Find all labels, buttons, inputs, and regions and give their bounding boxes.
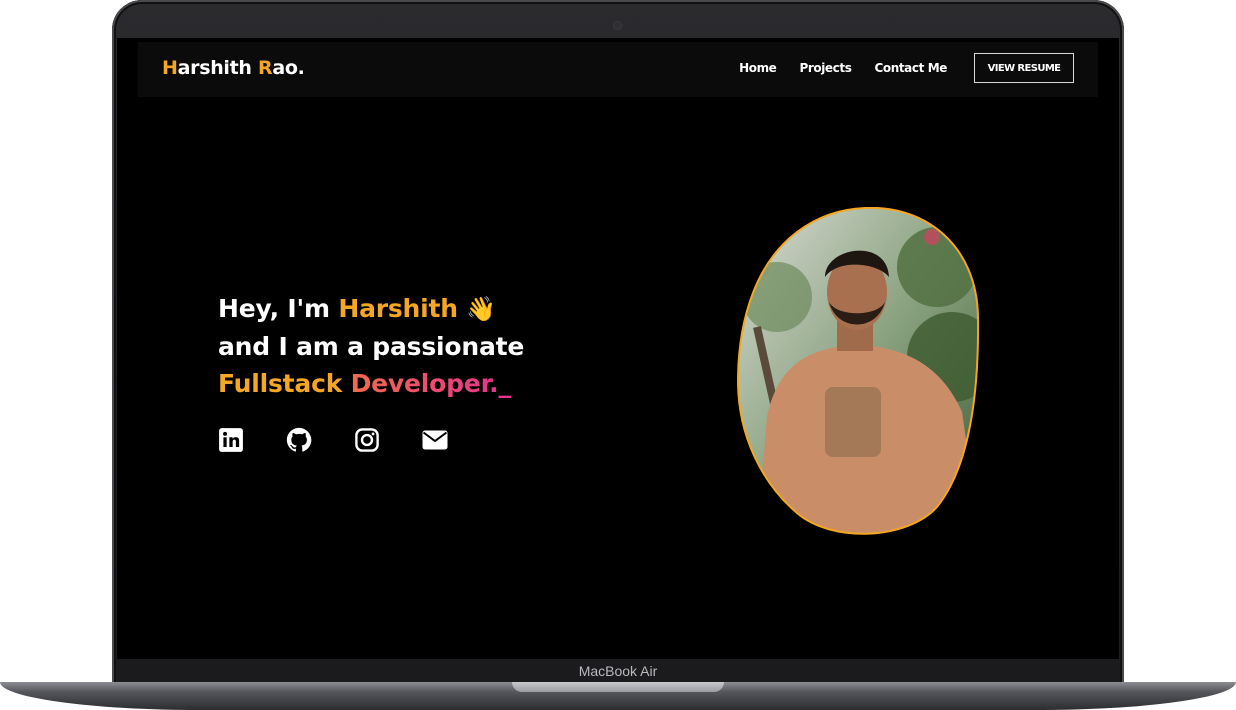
nav-home-link[interactable]: Home bbox=[739, 61, 777, 75]
envelope-icon[interactable] bbox=[422, 427, 448, 453]
hero-name: Harshith bbox=[338, 294, 458, 323]
laptop-notch bbox=[512, 682, 724, 692]
brand-last-rest: ao. bbox=[272, 57, 305, 79]
social-links bbox=[218, 427, 448, 453]
instagram-icon[interactable] bbox=[354, 427, 380, 453]
hero-line-3: Fullstack Developer._ bbox=[218, 365, 524, 402]
laptop-chin: MacBook Air bbox=[117, 659, 1119, 684]
nav-projects-link[interactable]: Projects bbox=[799, 61, 851, 75]
hero-role-developer: Developer. bbox=[350, 369, 499, 398]
github-icon-graphic bbox=[286, 427, 312, 452]
device-label: MacBook Air bbox=[578, 663, 658, 679]
envelope-icon-graphic bbox=[422, 430, 448, 450]
hero-role-fullstack: Fullstack bbox=[218, 369, 351, 398]
laptop-mockup: Harshith Rao. Home Projects Contact Me V… bbox=[0, 0, 1236, 710]
navbar: Harshith Rao. Home Projects Contact Me V… bbox=[138, 42, 1098, 97]
nav-links: Home Projects Contact Me VIEW RESUME bbox=[716, 53, 1074, 83]
linkedin-icon-graphic bbox=[219, 428, 243, 452]
profile-photo bbox=[737, 207, 980, 535]
hero-line-1: Hey, I'm Harshith 👋 bbox=[218, 290, 524, 328]
waving-hand-icon: 👋 bbox=[466, 295, 497, 323]
brand-first-rest: arshith bbox=[177, 57, 258, 79]
typing-cursor: _ bbox=[498, 369, 511, 398]
webcam-icon bbox=[614, 22, 621, 29]
hero-heading: Hey, I'm Harshith 👋 and I am a passionat… bbox=[218, 290, 524, 402]
brand-logo[interactable]: Harshith Rao. bbox=[162, 57, 305, 79]
linkedin-icon[interactable] bbox=[218, 427, 244, 453]
github-icon[interactable] bbox=[286, 427, 312, 453]
brand-initial-last: R bbox=[257, 57, 273, 79]
nav-contact-link[interactable]: Contact Me bbox=[874, 61, 947, 75]
hero-line-2: and I am a passionate bbox=[218, 332, 525, 361]
browser-viewport: Harshith Rao. Home Projects Contact Me V… bbox=[117, 38, 1119, 659]
view-resume-button[interactable]: VIEW RESUME bbox=[974, 53, 1074, 83]
brand-initial-first: H bbox=[162, 57, 178, 79]
hero-greeting: Hey, I'm bbox=[218, 294, 339, 323]
instagram-icon-graphic bbox=[355, 428, 379, 452]
